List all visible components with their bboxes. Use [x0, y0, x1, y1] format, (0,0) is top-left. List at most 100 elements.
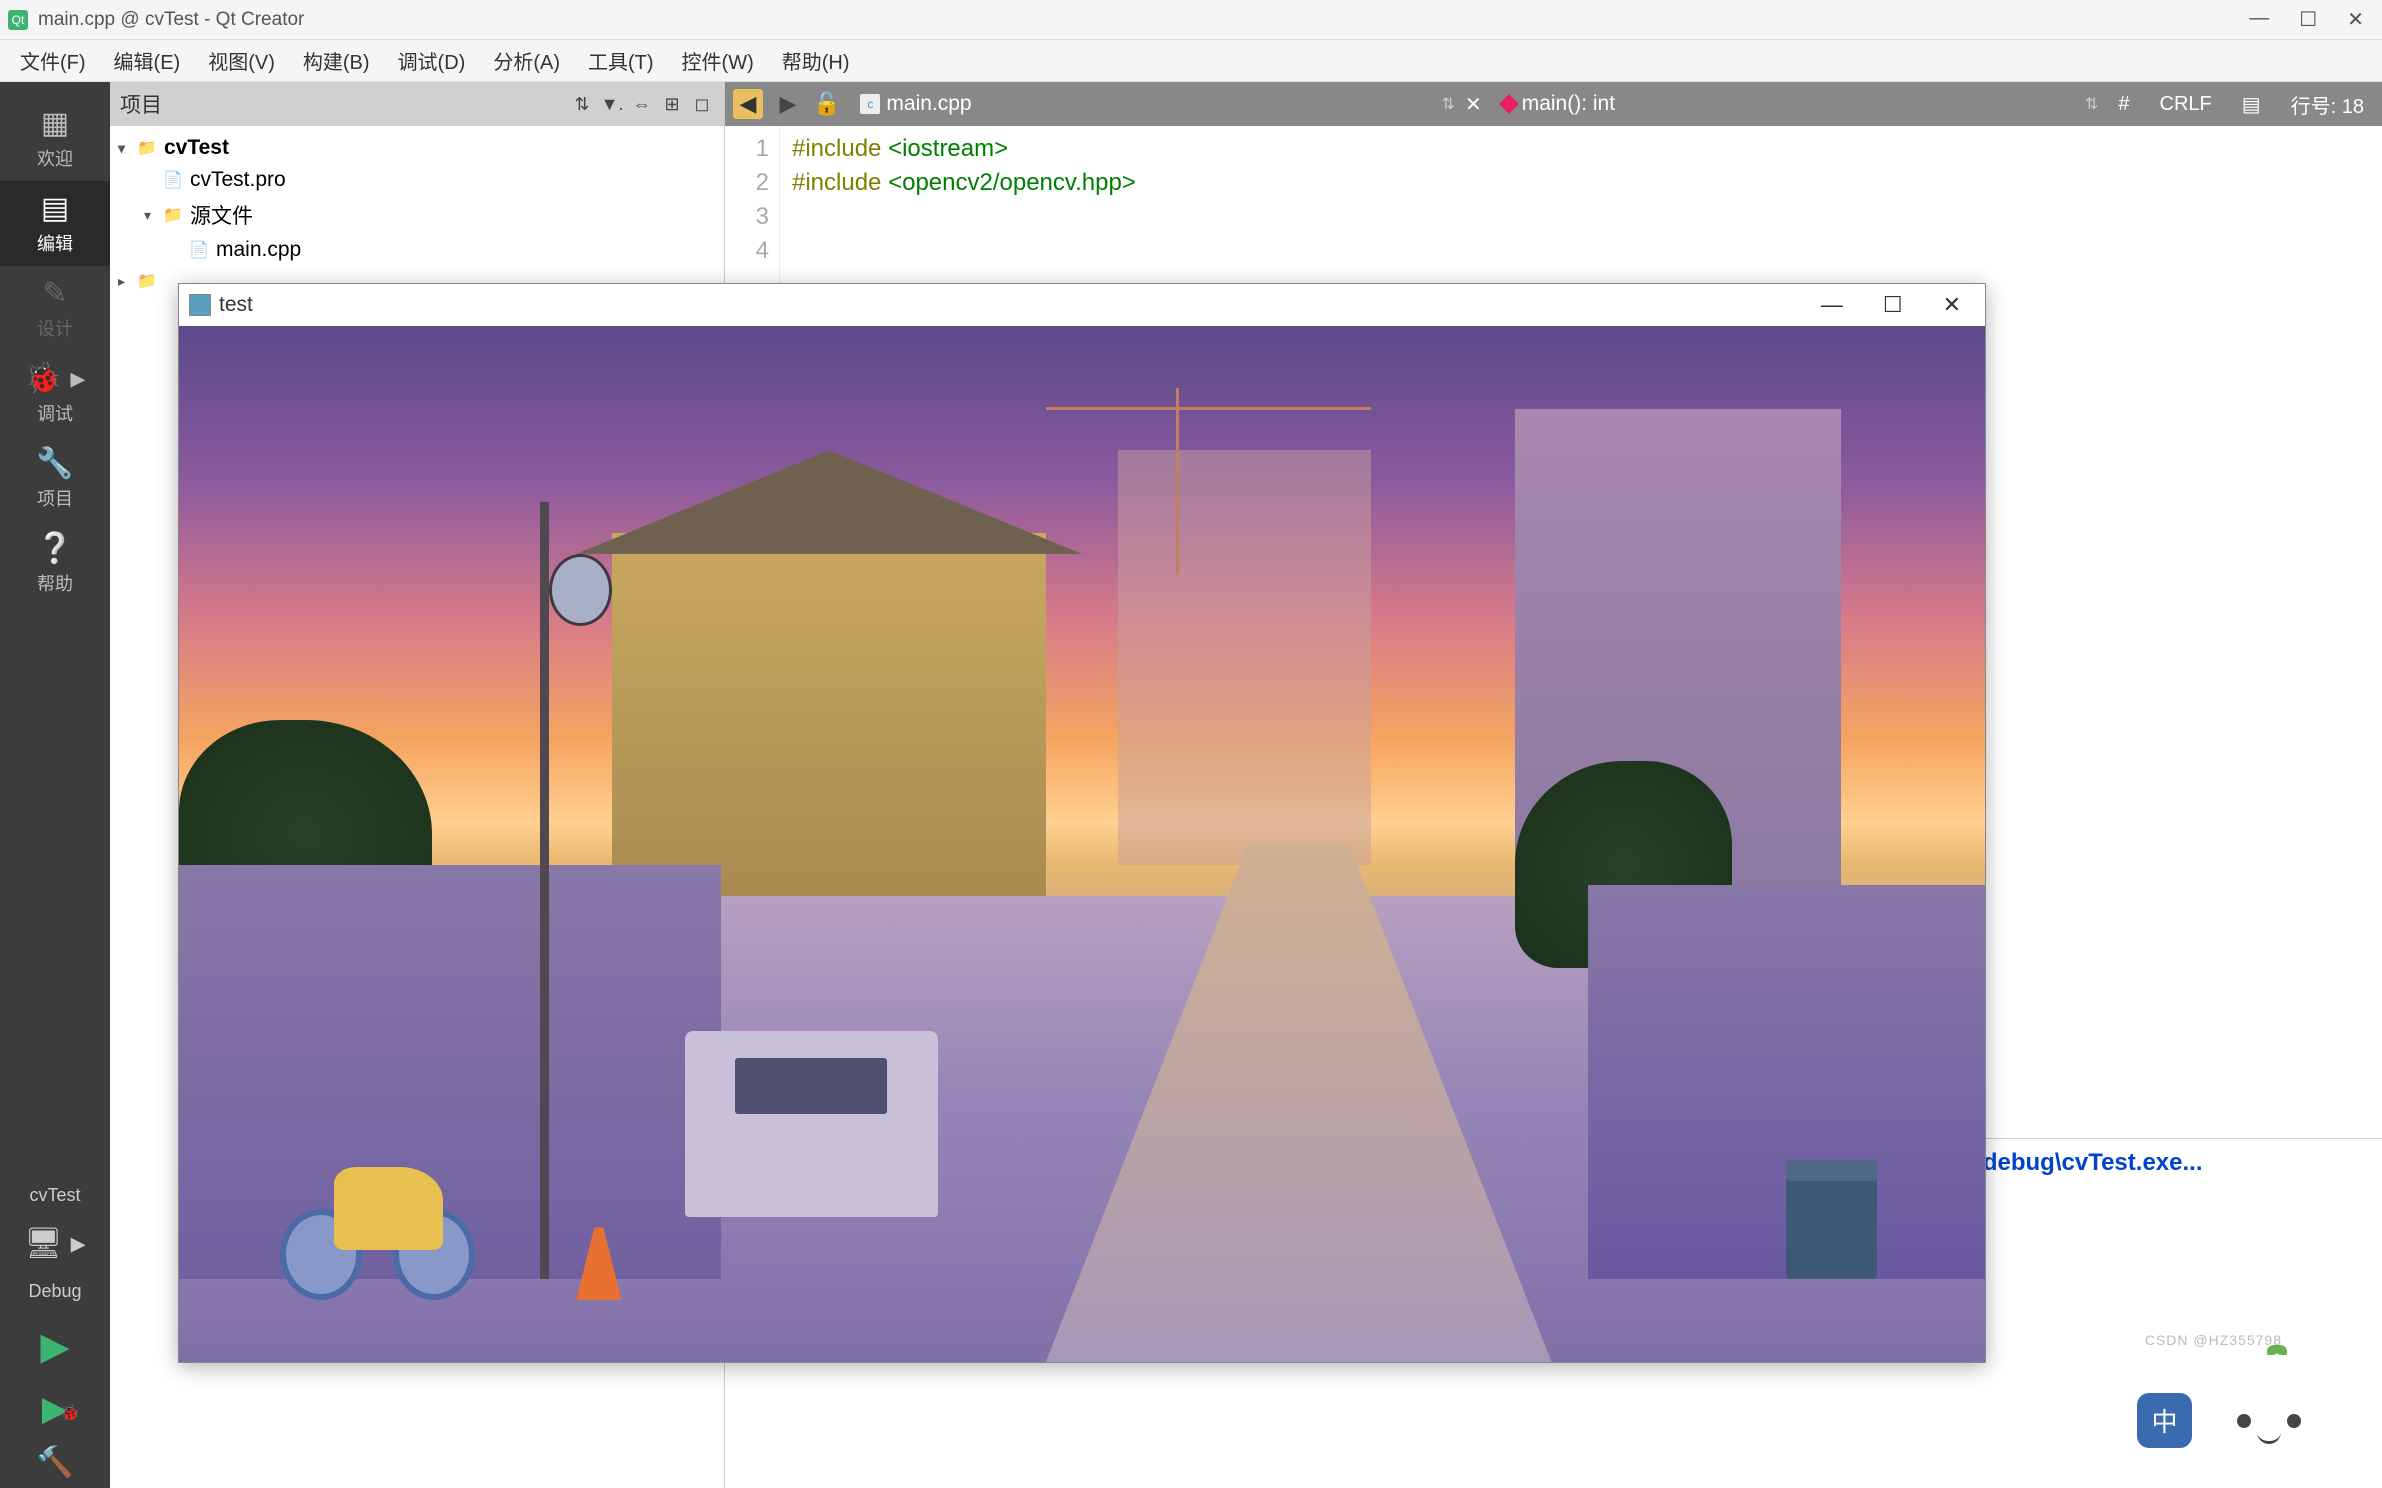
- close-tab-button[interactable]: ✕: [1465, 92, 1482, 117]
- menu-edit[interactable]: 编辑(E): [100, 40, 195, 81]
- line-number: 3: [725, 200, 769, 234]
- project-header-label: 项目: [120, 89, 564, 119]
- help-icon: ❔: [0, 531, 110, 566]
- dropdown-icon[interactable]: ⇅: [570, 92, 594, 116]
- nav-forward-button[interactable]: ▶: [773, 89, 803, 119]
- opencv-window[interactable]: test — ☐ ✕: [178, 283, 1986, 1363]
- cpp-file-icon: 📄: [188, 239, 210, 261]
- menu-view[interactable]: 视图(V): [194, 40, 289, 81]
- menu-bar: 文件(F) 编辑(E) 视图(V) 构建(B) 调试(D) 分析(A) 工具(T…: [0, 40, 2382, 82]
- folder-icon: 📁: [162, 204, 184, 226]
- nav-back-button[interactable]: ◀: [733, 89, 763, 119]
- chevron-down-icon[interactable]: ▾: [118, 140, 136, 157]
- folder-icon: 📁: [136, 270, 158, 292]
- opencv-image-content: [179, 326, 1985, 1362]
- wrench-icon: 🔧: [0, 446, 110, 481]
- mode-design-label: 设计: [37, 319, 73, 339]
- mode-debug[interactable]: 🐞 ▸ 调试: [0, 351, 110, 436]
- status-position[interactable]: 行号: 18: [2281, 90, 2374, 119]
- window-controls: — ☐ ✕: [2249, 7, 2374, 32]
- status-hash[interactable]: #: [2108, 93, 2139, 116]
- close-button[interactable]: ✕: [2347, 7, 2364, 32]
- chevron-down-icon[interactable]: ▾: [144, 207, 162, 224]
- mode-bar: ▦ 欢迎 ▤编辑 ✎ 设计 🐞 ▸ 调试 🔧 项目 ❔ 帮助 cvTest 🖥 ▸ Deb…: [0, 82, 110, 1488]
- tree-root-label: cvTest: [164, 136, 229, 160]
- chevron-right-icon[interactable]: ▸: [118, 273, 136, 290]
- popup-close-button[interactable]: ✕: [1943, 292, 1961, 318]
- tree-main-label: main.cpp: [216, 238, 301, 262]
- opencv-window-icon: [189, 294, 211, 316]
- menu-widgets[interactable]: 控件(W): [668, 40, 768, 81]
- menu-analyze[interactable]: 分析(A): [479, 40, 574, 81]
- popup-maximize-button[interactable]: ☐: [1883, 292, 1903, 318]
- function-selector[interactable]: main(): int: [1492, 92, 1625, 116]
- app-icon: Qt: [8, 10, 28, 30]
- code-keyword: #include: [792, 135, 881, 162]
- mode-edit-label: 编辑: [37, 234, 73, 254]
- debug-run-button[interactable]: ▶🐞: [42, 1381, 68, 1437]
- cpp-file-icon: c: [860, 94, 880, 114]
- build-button[interactable]: 🔨: [36, 1437, 73, 1488]
- mode-help[interactable]: ❔ 帮助: [0, 521, 110, 606]
- monitor-icon: 🖥 ▸: [24, 1227, 85, 1260]
- mode-debug-label: 调试: [37, 404, 73, 424]
- menu-tools[interactable]: 工具(T): [574, 40, 668, 81]
- dropdown-icon[interactable]: ⇅: [1442, 94, 1455, 114]
- lock-icon[interactable]: 🔓: [813, 91, 840, 117]
- opencv-title-bar[interactable]: test — ☐ ✕: [179, 284, 1985, 326]
- function-label: main(): int: [1522, 92, 1615, 116]
- project-header: 项目 ⇅ ▼. ⇔ ⊞ ◻: [110, 82, 724, 126]
- function-icon: [1499, 94, 1519, 114]
- mode-design[interactable]: ✎ 设计: [0, 266, 110, 351]
- pro-file-icon: 📄: [162, 169, 184, 191]
- run-button[interactable]: ▶: [40, 1312, 69, 1381]
- file-tab[interactable]: c main.cpp: [850, 92, 981, 116]
- watermark: CSDN @HZ355798: [2145, 1332, 2282, 1348]
- mascot-icon[interactable]: [2192, 1348, 2372, 1478]
- title-bar: Qt main.cpp @ cvTest - Qt Creator — ☐ ✕: [0, 0, 2382, 40]
- window-title: main.cpp @ cvTest - Qt Creator: [38, 9, 2249, 31]
- maximize-button[interactable]: ☐: [2299, 7, 2317, 32]
- mode-welcome[interactable]: ▦ 欢迎: [0, 96, 110, 181]
- line-number: 4: [725, 234, 769, 268]
- ime-indicator[interactable]: 中: [2137, 1393, 2192, 1448]
- kit-selector[interactable]: 🖥 ▸: [0, 1216, 110, 1271]
- editor-toolbar: ◀ ▶ 🔓 c main.cpp ⇅ ✕ main(): int ⇅ # CRL…: [725, 82, 2382, 126]
- tree-main-file[interactable]: 📄 main.cpp: [110, 234, 724, 266]
- status-line-ending[interactable]: CRLF: [2150, 93, 2222, 116]
- mode-projects-label: 项目: [37, 489, 73, 509]
- line-number: 2: [725, 166, 769, 200]
- filter-icon[interactable]: ▼.: [600, 92, 624, 116]
- status-encoding-icon[interactable]: ▤: [2232, 92, 2271, 117]
- add-icon[interactable]: ⊞: [660, 92, 684, 116]
- menu-file[interactable]: 文件(F): [6, 40, 100, 81]
- menu-build[interactable]: 构建(B): [289, 40, 384, 81]
- pencil-icon: ✎: [0, 276, 110, 311]
- menu-help[interactable]: 帮助(H): [768, 40, 864, 81]
- grid-icon: ▦: [0, 106, 110, 141]
- mode-projects[interactable]: 🔧 项目: [0, 436, 110, 521]
- split-icon[interactable]: ◻: [690, 92, 714, 116]
- link-icon[interactable]: ⇔: [630, 92, 654, 116]
- bug-icon: 🐞 ▸: [0, 361, 110, 396]
- tree-pro-file[interactable]: 📄 cvTest.pro: [110, 164, 724, 196]
- popup-minimize-button[interactable]: —: [1821, 292, 1843, 318]
- mode-help-label: 帮助: [37, 574, 73, 594]
- minimize-button[interactable]: —: [2249, 7, 2269, 32]
- code-include: <iostream>: [888, 135, 1008, 162]
- code-include: <opencv2/opencv.hpp>: [888, 169, 1136, 196]
- kit-config: Debug: [0, 1271, 110, 1312]
- tree-root[interactable]: ▾ 📁 cvTest: [110, 132, 724, 164]
- menu-debug[interactable]: 调试(D): [384, 40, 480, 81]
- dropdown-icon[interactable]: ⇅: [2085, 94, 2098, 114]
- file-tab-label: main.cpp: [886, 92, 971, 116]
- opencv-window-title: test: [219, 293, 1821, 317]
- tree-sources-folder[interactable]: ▾ 📁 源文件: [110, 196, 724, 234]
- project-icon: 📁: [136, 137, 158, 159]
- tree-pro-label: cvTest.pro: [190, 168, 286, 192]
- mode-edit[interactable]: ▤编辑: [0, 181, 110, 266]
- mode-welcome-label: 欢迎: [37, 149, 73, 169]
- kit-project[interactable]: cvTest: [0, 1175, 110, 1216]
- line-number: 1: [725, 132, 769, 166]
- tree-sources-label: 源文件: [190, 200, 253, 230]
